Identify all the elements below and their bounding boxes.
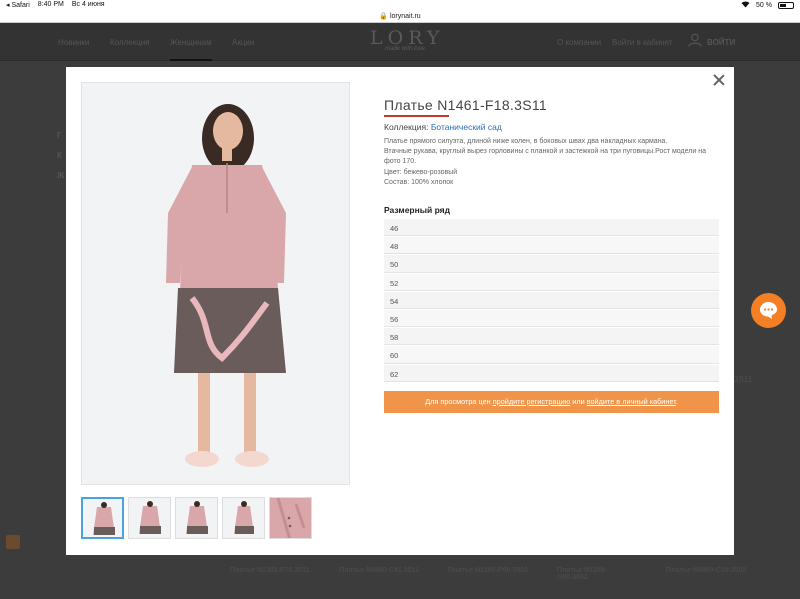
product-main-image[interactable] bbox=[81, 82, 350, 485]
background-filter-text: Г К Ж bbox=[57, 126, 64, 186]
title-underline bbox=[384, 115, 449, 117]
bg-letter: Ж bbox=[57, 171, 65, 180]
nav-item-new[interactable]: Новинки bbox=[58, 38, 89, 47]
chat-icon bbox=[760, 302, 777, 319]
bg-card-title[interactable]: Платье N1389-G90.3502 bbox=[557, 567, 627, 581]
product-quickview-modal: Платье N1461-F18.3S11 Коллекция: Ботанич… bbox=[66, 67, 734, 555]
bg-card-title[interactable]: Платье N0980-C41.3511 bbox=[339, 567, 419, 574]
background-badge bbox=[6, 535, 20, 549]
description-line: Втачные рукава, круглый вырез горловины … bbox=[384, 148, 706, 166]
product-color: Цвет: бежево-розовый bbox=[384, 168, 458, 176]
chat-widget-button[interactable] bbox=[751, 293, 786, 328]
collection-label: Коллекция: bbox=[384, 122, 429, 132]
wifi-icon bbox=[741, 0, 750, 10]
bg-letter: К bbox=[57, 151, 62, 160]
browser-address-bar[interactable]: 🔒 lorynait.ru bbox=[0, 10, 800, 23]
bg-card-title[interactable]: Платье N1382-P70.3511 bbox=[230, 567, 310, 574]
url-text: lorynait.ru bbox=[389, 13, 421, 20]
nav-item-collection[interactable]: Коллекция bbox=[110, 38, 150, 47]
ios-status-bar: ◂ Safari 8:40 PM Вс 4 июня 50 % bbox=[0, 0, 800, 10]
size-table: 46 48 50 52 54 56 58 60 62 bbox=[384, 218, 719, 382]
thumbnail-4[interactable] bbox=[222, 497, 265, 539]
size-row[interactable]: 50 bbox=[384, 254, 719, 273]
size-row[interactable]: 52 bbox=[384, 272, 719, 291]
product-title: Платье N1461-F18.3S11 bbox=[384, 97, 547, 113]
back-to-app[interactable]: ◂ Safari bbox=[6, 1, 30, 9]
nav-item-about[interactable]: О компании bbox=[557, 38, 601, 47]
nav-item-women[interactable]: Женщинам bbox=[170, 38, 212, 47]
status-date: Вс 4 июня bbox=[71, 1, 105, 8]
thumbnail-2[interactable] bbox=[128, 497, 171, 539]
battery-icon bbox=[778, 1, 794, 9]
nav-item-cabinet[interactable]: Войти в кабинет bbox=[612, 38, 673, 47]
background-side-label: 3S11 bbox=[734, 375, 753, 384]
size-row[interactable]: 58 bbox=[384, 327, 719, 346]
thumbnail-3[interactable] bbox=[175, 497, 218, 539]
sizes-heading: Размерный ряд bbox=[384, 205, 451, 215]
product-thumbnails bbox=[81, 497, 312, 539]
size-row[interactable]: 48 bbox=[384, 236, 719, 255]
thumbnail-5[interactable] bbox=[269, 497, 312, 539]
banner-text: . bbox=[675, 397, 678, 406]
login-link[interactable]: ВОЙТИ bbox=[707, 38, 735, 47]
thumbnail-1[interactable] bbox=[81, 497, 124, 539]
register-link[interactable]: пройдите регистрацию bbox=[493, 397, 571, 406]
description-line: Платье прямого силуэта, длиной ниже коле… bbox=[384, 138, 668, 145]
close-icon[interactable] bbox=[712, 73, 726, 87]
product-description: Платье прямого силуэта, длиной ниже коле… bbox=[384, 137, 724, 188]
banner-text: или bbox=[570, 397, 587, 406]
nav-item-sale[interactable]: Акции bbox=[232, 38, 254, 47]
bg-letter: Г bbox=[57, 131, 62, 140]
bg-card-title[interactable]: Платье N1385-P90.3502 bbox=[448, 567, 528, 574]
size-row[interactable]: 46 bbox=[384, 218, 719, 237]
banner-text: Для просмотра цен bbox=[425, 397, 493, 406]
product-composition: Состав: 100% хлопок bbox=[384, 178, 454, 186]
product-collection: Коллекция: Ботанический сад bbox=[384, 122, 502, 132]
site-header: Новинки Коллекция Женщинам Акции LORY ma… bbox=[0, 23, 800, 61]
price-login-banner: Для просмотра цен пройдите регистрацию и… bbox=[384, 391, 719, 413]
battery-percent: 50 % bbox=[756, 1, 772, 9]
bg-card-title[interactable]: Платье N0980-C19.3502 bbox=[666, 567, 746, 574]
cabinet-login-link[interactable]: войдите в личный кабинет bbox=[587, 397, 676, 406]
status-time: 8:40 PM bbox=[37, 1, 64, 8]
size-row[interactable]: 60 bbox=[384, 345, 719, 364]
lock-icon: 🔒 bbox=[379, 13, 389, 20]
size-row[interactable]: 56 bbox=[384, 308, 719, 328]
user-icon[interactable] bbox=[688, 33, 702, 47]
size-row[interactable]: 62 bbox=[384, 363, 719, 382]
size-row[interactable]: 54 bbox=[384, 290, 719, 309]
active-nav-underline bbox=[170, 59, 212, 61]
site-logo[interactable]: LORY made with love bbox=[370, 27, 440, 52]
collection-link[interactable]: Ботанический сад bbox=[431, 122, 502, 132]
